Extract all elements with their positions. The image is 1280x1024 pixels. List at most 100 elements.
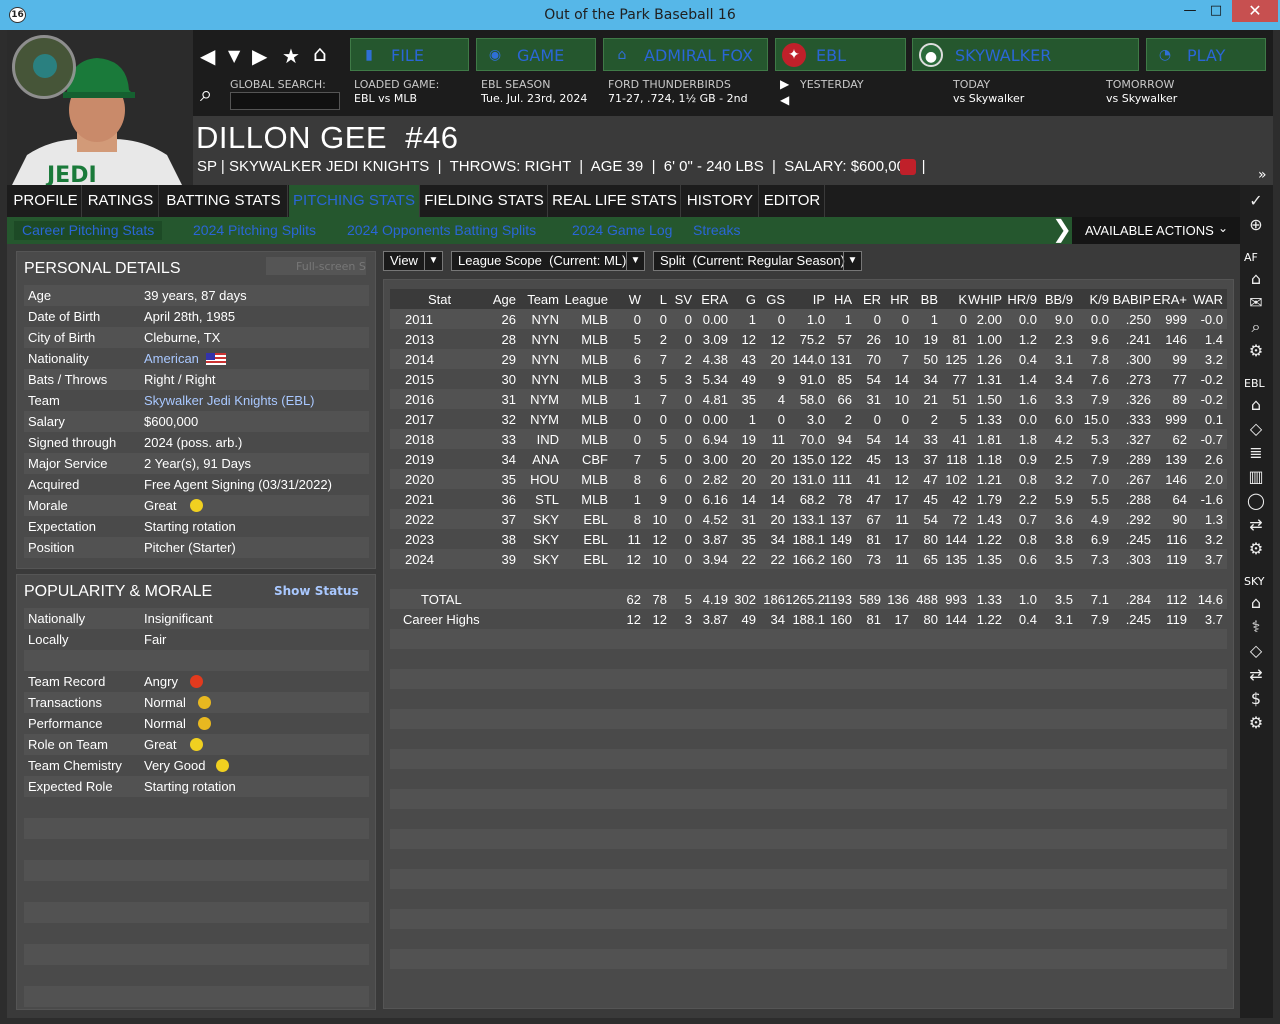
column-header[interactable]: HR bbox=[890, 292, 909, 307]
column-header[interactable]: L bbox=[660, 292, 667, 307]
minimize-button[interactable]: — bbox=[1176, 0, 1204, 22]
column-header[interactable]: GS bbox=[766, 292, 785, 307]
subtab-opponents-splits[interactable]: 2024 Opponents Batting Splits bbox=[347, 222, 536, 238]
column-header[interactable]: League bbox=[565, 292, 608, 307]
table-cell: 0 bbox=[633, 412, 641, 427]
subtab-streaks[interactable]: Streaks bbox=[693, 222, 740, 238]
favorite-star-icon[interactable]: ★ bbox=[282, 44, 300, 68]
mail-icon[interactable]: ✉ bbox=[1245, 292, 1267, 314]
nav-button-file[interactable]: ▮ FILE bbox=[350, 38, 469, 71]
chart-icon[interactable]: ▥ bbox=[1245, 466, 1267, 488]
column-header[interactable]: K/9 bbox=[1089, 292, 1109, 307]
table-cell: 3.2 bbox=[1204, 532, 1223, 547]
tab-real-life-stats[interactable]: REAL LIFE STATS bbox=[549, 185, 681, 217]
document-icon[interactable]: ≣ bbox=[1245, 442, 1267, 464]
column-header[interactable]: Stat bbox=[428, 292, 451, 307]
table-cell: 91.0 bbox=[799, 372, 825, 387]
nav-button-play[interactable]: ◔ PLAY bbox=[1146, 38, 1266, 71]
column-header[interactable]: ER bbox=[863, 292, 881, 307]
column-header[interactable]: WHIP bbox=[968, 292, 1002, 307]
next-day-icon[interactable]: ▶ bbox=[780, 77, 789, 91]
tab-profile[interactable]: PROFILE bbox=[10, 185, 82, 217]
tab-ratings[interactable]: RATINGS bbox=[83, 185, 159, 217]
subtab-career-pitching[interactable]: Career Pitching Stats bbox=[14, 221, 163, 240]
tab-editor[interactable]: EDITOR bbox=[760, 185, 825, 217]
column-header[interactable]: G bbox=[746, 292, 756, 307]
close-button[interactable]: ✕ bbox=[1232, 0, 1278, 22]
nav-button-ebl[interactable]: ✦ EBL bbox=[775, 38, 906, 71]
nav-button-admiral-fox[interactable]: ⌂ ADMIRAL FOX bbox=[603, 38, 768, 71]
maximize-button[interactable]: □ bbox=[1202, 0, 1230, 22]
tab-history[interactable]: HISTORY bbox=[682, 185, 759, 217]
ball-icon[interactable]: ◯ bbox=[1245, 490, 1267, 512]
detail-value[interactable]: American bbox=[144, 351, 199, 366]
table-cell: 112 bbox=[1166, 592, 1187, 607]
tab-pitching-stats[interactable]: PITCHING STATS bbox=[289, 185, 420, 217]
gear-icon[interactable]: ⚙ bbox=[1245, 538, 1267, 560]
expand-chevron-icon[interactable]: » bbox=[1258, 167, 1267, 183]
column-header[interactable]: W bbox=[629, 292, 641, 307]
tab-fielding-stats[interactable]: FIELDING STATS bbox=[421, 185, 548, 217]
season-label: EBL SEASON bbox=[481, 78, 551, 91]
check-icon[interactable]: ✓ bbox=[1245, 190, 1267, 212]
fullscreen-button[interactable]: Full-screen Sel bbox=[266, 257, 366, 275]
detail-key: Bats / Throws bbox=[28, 372, 108, 387]
tomorrow-value[interactable]: vs Skywalker bbox=[1106, 92, 1177, 105]
global-search-input[interactable] bbox=[230, 92, 340, 110]
popularity-row bbox=[24, 986, 369, 1007]
dropdown-arrow-icon[interactable]: ▼ bbox=[228, 46, 240, 65]
column-header[interactable]: ERA+ bbox=[1153, 292, 1187, 307]
tab-batting-stats[interactable]: BATTING STATS bbox=[160, 185, 288, 217]
gear-icon[interactable]: ⚙ bbox=[1245, 340, 1267, 362]
diamond-icon[interactable]: ◇ bbox=[1245, 640, 1267, 662]
show-status-link[interactable]: Show Status bbox=[274, 584, 359, 598]
column-header[interactable]: SV bbox=[675, 292, 692, 307]
split-dropdown[interactable]: Split (Current: Regular Season) ▼ bbox=[653, 251, 862, 271]
back-arrow-icon[interactable]: ◀ bbox=[200, 44, 215, 68]
column-header[interactable]: ERA bbox=[701, 292, 728, 307]
search-icon[interactable]: ⌕ bbox=[200, 82, 212, 107]
home-icon[interactable]: ⌂ bbox=[1245, 592, 1267, 614]
home-icon[interactable]: ⌂ bbox=[1245, 394, 1267, 416]
column-header[interactable]: Age bbox=[493, 292, 516, 307]
globe-icon[interactable]: ⊕ bbox=[1245, 214, 1267, 236]
prev-day-icon[interactable]: ◀ bbox=[780, 93, 789, 107]
league-scope-dropdown[interactable]: League Scope (Current: ML) ▼ bbox=[451, 251, 645, 271]
diamond-icon[interactable]: ◇ bbox=[1245, 418, 1267, 440]
table-cell: 12 bbox=[770, 332, 785, 347]
transfer-icon[interactable]: ⇄ bbox=[1245, 664, 1267, 686]
column-header[interactable]: K bbox=[958, 292, 967, 307]
home-icon[interactable]: ⌂ bbox=[313, 42, 327, 67]
available-actions-label[interactable]: AVAILABLE ACTIONS bbox=[1085, 223, 1214, 238]
table-cell: 2014 bbox=[405, 352, 434, 367]
column-header[interactable]: WAR bbox=[1193, 292, 1223, 307]
table-cell: 17 bbox=[894, 532, 909, 547]
column-header[interactable]: HA bbox=[834, 292, 852, 307]
column-header[interactable]: BABIP bbox=[1113, 292, 1151, 307]
column-header[interactable]: IP bbox=[813, 292, 825, 307]
subtab-game-log[interactable]: 2024 Game Log bbox=[572, 222, 672, 238]
table-cell: .292 bbox=[1125, 512, 1151, 527]
table-cell: 73 bbox=[866, 552, 881, 567]
nav-button-skywalker[interactable]: ● SKYWALKER bbox=[912, 38, 1139, 71]
forward-arrow-icon[interactable]: ▶ bbox=[252, 44, 267, 68]
column-header[interactable]: BB bbox=[921, 292, 938, 307]
detail-value[interactable]: Skywalker Jedi Knights (EBL) bbox=[144, 393, 315, 408]
nav-button-game[interactable]: ◉ GAME bbox=[476, 38, 596, 71]
column-header[interactable]: BB/9 bbox=[1045, 292, 1073, 307]
home-icon[interactable]: ⌂ bbox=[1245, 268, 1267, 290]
table-row: 2015 30 NYN MLB 3 5 3 5.34 49 9 91.0 85 54 14 34 77 1.31… bbox=[390, 369, 1227, 389]
search-icon[interactable]: ⌕ bbox=[1245, 316, 1267, 338]
dollar-icon[interactable]: $ bbox=[1245, 688, 1267, 710]
table-cell: NYN bbox=[531, 312, 559, 327]
today-value[interactable]: vs Skywalker bbox=[953, 92, 1024, 105]
column-header[interactable]: HR/9 bbox=[1007, 292, 1037, 307]
chevron-down-icon[interactable]: ⌄ bbox=[1218, 221, 1228, 235]
transfer-icon[interactable]: ⇄ bbox=[1245, 514, 1267, 536]
view-dropdown[interactable]: View ▼ bbox=[383, 251, 443, 271]
table-cell: 1 bbox=[930, 312, 938, 327]
gear-icon[interactable]: ⚙ bbox=[1245, 712, 1267, 734]
subtab-pitching-splits[interactable]: 2024 Pitching Splits bbox=[193, 222, 316, 238]
medical-icon[interactable]: ⚕ bbox=[1245, 616, 1267, 638]
column-header[interactable]: Team bbox=[527, 292, 559, 307]
